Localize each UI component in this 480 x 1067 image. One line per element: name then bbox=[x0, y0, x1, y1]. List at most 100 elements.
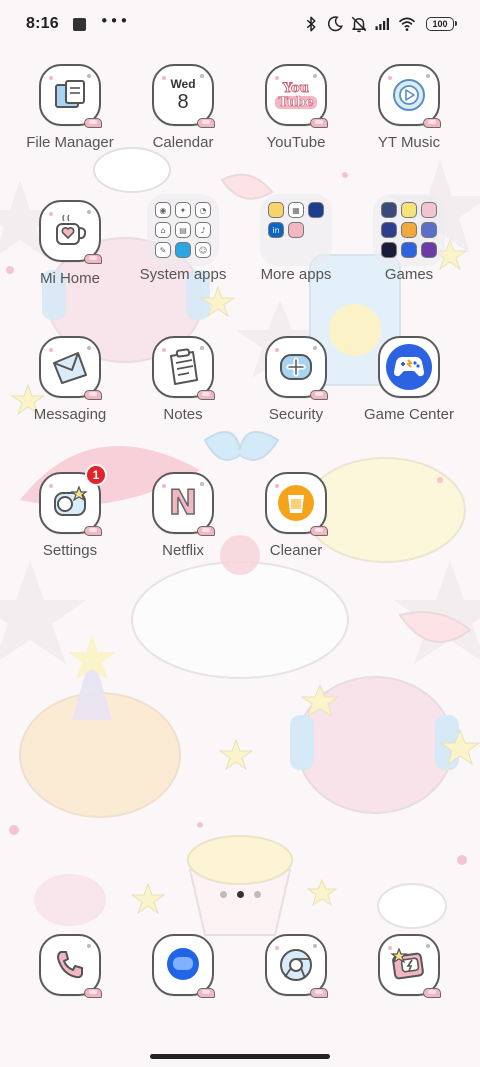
mini-app-icon bbox=[268, 202, 284, 218]
mini-app-icon: in bbox=[268, 222, 284, 238]
app-messaging[interactable]: Messaging bbox=[10, 336, 130, 436]
more-notifications-icon: ••• bbox=[99, 12, 130, 30]
clipboard-icon bbox=[170, 348, 198, 385]
calendar-day: Wed bbox=[170, 77, 196, 91]
folder-label: System apps bbox=[139, 266, 227, 283]
battery-icon: 100 bbox=[426, 17, 457, 31]
chrome-icon bbox=[280, 949, 312, 981]
mini-app-icon: ◔ bbox=[195, 202, 211, 218]
chat-bubble-icon bbox=[167, 948, 199, 980]
app-mi-home[interactable]: Mi Home bbox=[10, 200, 130, 300]
mini-app-icon: ▤ bbox=[175, 222, 191, 238]
youtube-logo-you: You bbox=[282, 80, 310, 96]
mini-app-icon: ♪ bbox=[195, 222, 211, 238]
app-label: Game Center bbox=[363, 406, 455, 423]
app-cleaner[interactable]: Cleaner bbox=[236, 472, 356, 572]
page-dot bbox=[253, 891, 261, 898]
play-circle-icon bbox=[393, 79, 425, 111]
mini-app-icon bbox=[175, 242, 191, 258]
app-label: Calendar bbox=[152, 134, 214, 151]
page-dot-active bbox=[236, 891, 244, 898]
settings-toggle-icon bbox=[54, 485, 88, 516]
app-notes[interactable]: Notes bbox=[123, 336, 243, 436]
page-dot bbox=[219, 891, 227, 898]
cleaner-icon[interactable] bbox=[265, 472, 328, 536]
app-label: Netflix bbox=[162, 542, 204, 559]
gallery-app-icon[interactable] bbox=[378, 934, 441, 998]
dock-phone[interactable] bbox=[10, 934, 130, 1034]
app-settings[interactable]: 1 Settings bbox=[10, 464, 130, 572]
mini-app-icon bbox=[421, 242, 437, 258]
app-youtube[interactable]: You Tube YouTube bbox=[236, 64, 356, 164]
app-security[interactable]: Security bbox=[236, 336, 356, 436]
chrome-app-icon[interactable] bbox=[265, 934, 328, 998]
folder-document-icon bbox=[55, 80, 85, 108]
dock-messages[interactable] bbox=[123, 934, 243, 1034]
mini-app-icon bbox=[288, 222, 304, 238]
shield-plus-icon bbox=[280, 354, 312, 380]
dock-gallery[interactable] bbox=[349, 934, 469, 1034]
app-label: Security bbox=[268, 406, 324, 423]
mini-app-icon bbox=[381, 222, 397, 238]
app-file-manager[interactable]: File Manager bbox=[10, 64, 130, 164]
mini-app-icon: ▦ bbox=[288, 202, 304, 218]
mini-app-icon: ✎ bbox=[155, 242, 171, 258]
notification-badge: 1 bbox=[85, 464, 107, 486]
app-label: Settings bbox=[42, 542, 98, 559]
calendar-date: 8 bbox=[177, 91, 189, 113]
folder-system-apps[interactable]: ◉ ✦ ◔ ⌂ ▤ ♪ ✎ ☺ System apps bbox=[123, 194, 243, 294]
mini-app-icon: ☺ bbox=[195, 242, 211, 258]
wifi-icon bbox=[398, 17, 416, 31]
gamepad-icon bbox=[386, 344, 432, 390]
phone-icon bbox=[57, 951, 83, 979]
app-netflix[interactable]: N Netflix bbox=[123, 472, 243, 572]
trash-bin-icon bbox=[278, 485, 314, 521]
folder-more-apps[interactable]: ▦ in More apps bbox=[236, 194, 356, 294]
page-indicator bbox=[0, 891, 480, 898]
bluetooth-icon bbox=[306, 16, 316, 32]
folder-games[interactable]: Games bbox=[349, 194, 469, 294]
youtube-logo-tube: Tube bbox=[275, 95, 317, 109]
calendar-icon[interactable]: Wed 8 bbox=[152, 64, 215, 128]
games-folder-icon[interactable] bbox=[373, 194, 445, 266]
app-calendar[interactable]: Wed 8 Calendar bbox=[123, 64, 243, 164]
clock: 8:16 bbox=[26, 15, 59, 32]
mini-app-icon bbox=[308, 202, 324, 218]
game-center-icon[interactable] bbox=[378, 336, 440, 398]
yt-music-icon[interactable] bbox=[378, 64, 441, 128]
youtube-icon[interactable]: You Tube bbox=[265, 64, 328, 128]
netflix-icon[interactable]: N bbox=[152, 472, 215, 536]
mini-app-icon bbox=[421, 222, 437, 238]
file-manager-icon[interactable] bbox=[39, 64, 102, 128]
bell-muted-icon bbox=[351, 16, 367, 33]
home-screen-grid: File Manager Wed 8 Calendar You Tube You… bbox=[0, 0, 480, 1067]
mini-app-icon bbox=[401, 242, 417, 258]
mini-app-icon bbox=[421, 202, 437, 218]
app-label: Cleaner bbox=[269, 542, 323, 559]
security-icon[interactable] bbox=[265, 336, 328, 400]
envelope-icon bbox=[53, 352, 87, 384]
settings-icon[interactable]: 1 bbox=[39, 464, 107, 536]
app-label: Mi Home bbox=[39, 270, 100, 287]
app-yt-music[interactable]: YT Music bbox=[349, 64, 469, 164]
folder-label: More apps bbox=[260, 266, 332, 283]
system-apps-folder-icon[interactable]: ◉ ✦ ◔ ⌂ ▤ ♪ ✎ ☺ bbox=[147, 194, 219, 266]
mi-home-icon[interactable] bbox=[39, 200, 102, 264]
mini-app-icon bbox=[381, 242, 397, 258]
more-apps-folder-icon[interactable]: ▦ in bbox=[260, 194, 332, 266]
mini-app-icon: ✦ bbox=[175, 202, 191, 218]
mini-app-icon bbox=[401, 202, 417, 218]
signal-icon bbox=[375, 18, 389, 30]
messages-app-icon[interactable] bbox=[152, 934, 215, 998]
notes-icon[interactable] bbox=[152, 336, 215, 400]
gesture-home-bar[interactable] bbox=[150, 1054, 330, 1059]
moon-icon bbox=[327, 16, 343, 32]
notification-square-icon bbox=[72, 17, 86, 31]
mini-app-icon bbox=[401, 222, 417, 238]
dock-chrome[interactable] bbox=[236, 934, 356, 1034]
app-game-center[interactable]: Game Center bbox=[349, 336, 469, 436]
status-bar: 8:16 ••• 100 bbox=[0, 0, 480, 48]
app-label: YT Music bbox=[377, 134, 441, 151]
messaging-icon[interactable] bbox=[39, 336, 102, 400]
phone-app-icon[interactable] bbox=[39, 934, 102, 998]
